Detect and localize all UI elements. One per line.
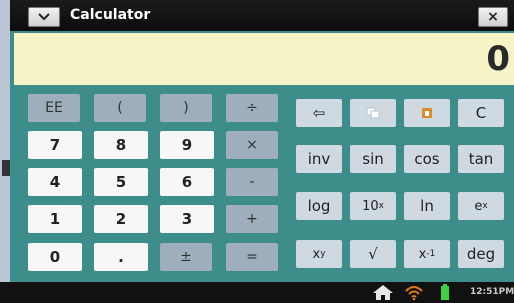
plus-minus-button[interactable]: ±	[160, 243, 212, 271]
calculator-display: 0	[14, 33, 514, 85]
multiply-button[interactable]: ×	[226, 131, 278, 159]
ln-button[interactable]: ln	[404, 192, 450, 220]
add-button[interactable]: +	[226, 205, 278, 233]
tan-button[interactable]: tan	[458, 145, 504, 173]
copy-icon	[366, 107, 380, 119]
backspace-button[interactable]: ⇦	[296, 99, 342, 127]
home-icon[interactable]	[372, 284, 394, 301]
subtract-button[interactable]: -	[226, 168, 278, 196]
clock: 12:51PM	[470, 287, 514, 297]
battery-icon[interactable]	[440, 284, 450, 301]
title-bar: Calculator ×	[10, 0, 514, 31]
paste-icon	[422, 108, 432, 118]
calculator-window: Calculator × 0 EE ( ) ÷ 7 8 9 × 4 5 6 - …	[10, 0, 514, 303]
divide-button[interactable]: ÷	[226, 94, 278, 122]
digit-4-button[interactable]: 4	[28, 168, 82, 196]
digit-5-button[interactable]: 5	[94, 168, 148, 196]
digit-0-button[interactable]: 0	[28, 243, 82, 271]
cos-button[interactable]: cos	[404, 145, 450, 173]
xy-exponent: y	[320, 249, 326, 259]
close-paren-button[interactable]: )	[160, 94, 212, 122]
log-button[interactable]: log	[296, 192, 342, 220]
display-value: 0	[486, 39, 510, 79]
ten-power-base: 10	[362, 198, 379, 214]
copy-button[interactable]	[350, 99, 396, 127]
wifi-icon[interactable]	[404, 284, 424, 301]
digit-1-button[interactable]: 1	[28, 205, 82, 233]
reciprocal-base: x	[418, 246, 427, 262]
close-button[interactable]: ×	[478, 7, 508, 27]
window-title: Calculator	[70, 7, 151, 23]
e-power-exponent: x	[482, 201, 488, 211]
ee-button[interactable]: EE	[28, 94, 80, 122]
taskbar: 12:51PM	[0, 282, 514, 303]
ten-power-button[interactable]: 10 x	[350, 192, 396, 220]
reciprocal-exponent: -1	[426, 249, 436, 259]
inv-button[interactable]: inv	[296, 145, 342, 173]
digit-7-button[interactable]: 7	[28, 131, 82, 159]
sin-button[interactable]: sin	[350, 145, 396, 173]
equals-button[interactable]: =	[226, 243, 278, 271]
e-power-button[interactable]: ex	[458, 192, 504, 220]
ten-power-exponent: x	[378, 201, 384, 211]
reciprocal-button[interactable]: x -1	[404, 240, 450, 268]
x-power-y-button[interactable]: xy	[296, 240, 342, 268]
paste-button[interactable]	[404, 99, 450, 127]
open-paren-button[interactable]: (	[94, 94, 146, 122]
window-menu-button[interactable]	[28, 7, 60, 27]
clear-button[interactable]: C	[458, 99, 504, 127]
e-power-base: e	[474, 198, 483, 214]
digit-6-button[interactable]: 6	[160, 168, 214, 196]
xy-base: x	[312, 246, 321, 262]
sqrt-button[interactable]: √	[350, 240, 396, 268]
deg-button[interactable]: deg	[458, 240, 504, 268]
digit-2-button[interactable]: 2	[94, 205, 148, 233]
digit-3-button[interactable]: 3	[160, 205, 214, 233]
digit-8-button[interactable]: 8	[94, 131, 148, 159]
decimal-button[interactable]: .	[94, 243, 148, 271]
chevron-down-icon	[38, 13, 50, 21]
digit-9-button[interactable]: 9	[160, 131, 214, 159]
